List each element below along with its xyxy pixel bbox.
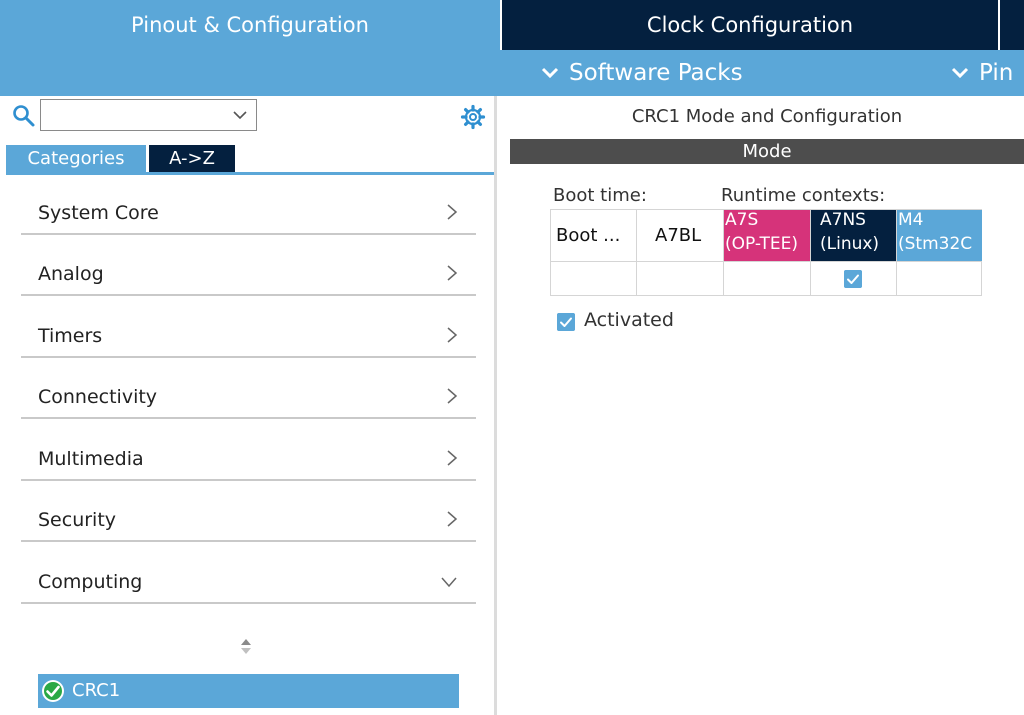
chevron-right-icon bbox=[447, 511, 458, 527]
header-m4-line1: M4 bbox=[898, 210, 924, 230]
category-connectivity[interactable]: Connectivity bbox=[21, 379, 476, 419]
header-a7ns-line1: A7NS bbox=[820, 210, 866, 230]
chevron-right-icon bbox=[447, 388, 458, 404]
category-label: Timers bbox=[38, 325, 103, 347]
tab-a-to-z[interactable]: A->Z bbox=[149, 145, 235, 172]
header-a7s-cell: A7S (OP-TEE) bbox=[724, 210, 811, 262]
category-view-tabs: Categories A->Z bbox=[0, 145, 497, 175]
tab-categories[interactable]: Categories bbox=[6, 145, 146, 172]
header-a7s-line2: (OP-TEE) bbox=[725, 234, 798, 254]
runtime-contexts-label: Runtime contexts: bbox=[721, 185, 886, 206]
crc1-configuration-panel: CRC1 Mode and Configuration Mode Boot ti… bbox=[510, 96, 1024, 715]
header-a7ns-line2: (Linux) bbox=[820, 234, 880, 254]
activated-checkbox[interactable] bbox=[557, 313, 575, 331]
a7bl-checkbox-cell[interactable] bbox=[637, 262, 724, 296]
chevron-down-icon bbox=[541, 67, 559, 79]
category-label: Connectivity bbox=[38, 386, 158, 408]
header-a7bl-label: A7BL bbox=[655, 225, 702, 246]
header-boot-label: Boot ... bbox=[556, 225, 621, 246]
stm32cubemx-window: Pinout & Configuration Clock Configurati… bbox=[0, 0, 1024, 715]
category-multimedia[interactable]: Multimedia bbox=[21, 441, 476, 481]
chevron-down-icon[interactable] bbox=[232, 110, 248, 120]
mode-label: Mode bbox=[742, 141, 792, 162]
header-boot-cell: Boot ... bbox=[551, 210, 637, 262]
list-item-crc1[interactable]: CRC1 bbox=[38, 674, 459, 708]
category-label: Security bbox=[38, 509, 117, 531]
category-computing[interactable]: Computing bbox=[21, 564, 476, 604]
header-m4-line2: (Stm32C bbox=[898, 234, 973, 254]
category-label: Multimedia bbox=[38, 448, 144, 470]
search-icon bbox=[13, 105, 35, 127]
software-packs-label: Software Packs bbox=[569, 60, 743, 86]
activated-label: Activated bbox=[584, 309, 674, 331]
menu-bar: Software Packs Pin bbox=[0, 50, 1024, 96]
software-packs-menu[interactable]: Software Packs bbox=[540, 50, 743, 96]
chevron-right-icon bbox=[447, 204, 458, 220]
a7s-checkbox-cell[interactable] bbox=[724, 262, 811, 296]
category-label: Computing bbox=[38, 571, 143, 593]
search-combobox[interactable] bbox=[40, 99, 257, 131]
tab-pinout-configuration[interactable]: Pinout & Configuration bbox=[0, 0, 500, 50]
header-a7bl-cell: A7BL bbox=[637, 210, 724, 262]
chevron-right-icon bbox=[447, 265, 458, 281]
mode-section-header[interactable]: Mode bbox=[510, 139, 1024, 164]
check-circle-icon bbox=[42, 680, 64, 702]
a7ns-checkbox[interactable] bbox=[844, 270, 862, 288]
tab-overflow[interactable] bbox=[1000, 0, 1024, 50]
boot-checkbox-cell[interactable] bbox=[551, 262, 637, 296]
chevron-down-icon bbox=[951, 67, 969, 79]
pinout-menu[interactable]: Pin bbox=[950, 50, 1013, 96]
header-a7ns-label: A7NS (Linux) bbox=[820, 210, 879, 256]
header-m4-label: M4 (Stm32C bbox=[898, 210, 972, 256]
tab-clock-configuration[interactable]: Clock Configuration bbox=[502, 0, 998, 50]
top-tab-bar: Pinout & Configuration Clock Configurati… bbox=[0, 0, 1024, 50]
category-analog[interactable]: Analog bbox=[21, 256, 476, 296]
a7ns-checkbox-cell[interactable] bbox=[811, 262, 897, 296]
chevron-down-icon bbox=[441, 577, 457, 588]
chevron-right-icon bbox=[447, 450, 458, 466]
chevron-right-icon bbox=[447, 327, 458, 343]
context-table: Boot ... A7BL A7S (OP-TEE) A7NS (Linux) … bbox=[550, 209, 982, 296]
category-security[interactable]: Security bbox=[21, 502, 476, 542]
category-system-core[interactable]: System Core bbox=[21, 195, 476, 235]
m4-checkbox-cell[interactable] bbox=[897, 262, 982, 296]
gear-icon[interactable] bbox=[460, 104, 486, 130]
tab-underline bbox=[6, 172, 494, 175]
category-label: Analog bbox=[38, 263, 104, 285]
panel-title: CRC1 Mode and Configuration bbox=[631, 106, 903, 127]
search-input[interactable] bbox=[43, 102, 223, 128]
categories-panel: Categories A->Z System Core Analog Timer… bbox=[0, 96, 497, 715]
boot-time-label: Boot time: bbox=[553, 185, 647, 206]
category-timers[interactable]: Timers bbox=[21, 318, 476, 358]
crc1-label: CRC1 bbox=[72, 680, 121, 701]
pinout-menu-label: Pin bbox=[979, 60, 1014, 86]
category-label: System Core bbox=[38, 202, 159, 224]
header-m4-cell: M4 (Stm32C bbox=[897, 210, 982, 262]
panel-splitter[interactable] bbox=[494, 96, 497, 715]
sort-icon[interactable] bbox=[239, 636, 253, 656]
header-a7s-label: A7S (OP-TEE) bbox=[725, 210, 798, 256]
header-a7ns-cell: A7NS (Linux) bbox=[811, 210, 897, 262]
header-a7s-line1: A7S bbox=[725, 210, 759, 230]
